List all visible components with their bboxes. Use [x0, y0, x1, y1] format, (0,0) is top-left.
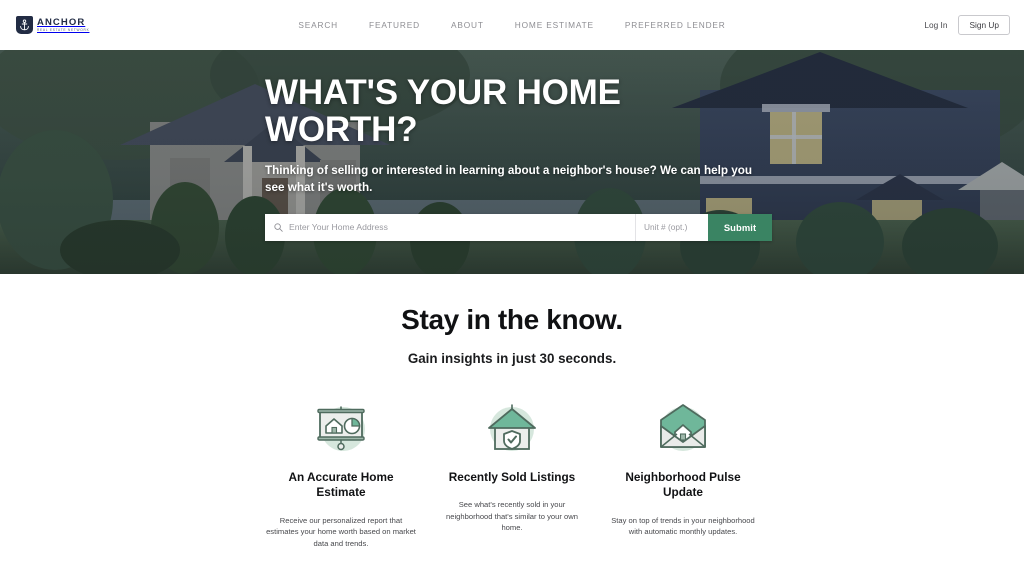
nav-item-preferred-lender[interactable]: PREFERRED LENDER	[625, 20, 726, 30]
hero-content: WHAT'S YOUR HOME WORTH? Thinking of sell…	[265, 50, 775, 274]
presentation-chart-house-icon	[310, 399, 372, 457]
nav-item-about[interactable]: ABOUT	[451, 20, 484, 30]
log-in-link[interactable]: Log In	[924, 20, 947, 30]
brand-text-block: ANCHOR REAL ESTATE NETWORK	[37, 18, 89, 33]
section-subtitle: Gain insights in just 30 seconds.	[407, 350, 617, 366]
nav-item-home-estimate[interactable]: HOME ESTIMATE	[515, 20, 594, 30]
search-icon	[274, 223, 283, 232]
brand-name: ANCHOR	[37, 16, 86, 28]
feature-card-accurate-estimate: An Accurate Home Estimate Receive our pe…	[256, 399, 427, 549]
feature-title: Neighborhood Pulse Update	[625, 469, 741, 500]
feature-description: See what's recently sold in your neighbo…	[446, 500, 578, 533]
feature-card-neighborhood-pulse: Neighborhood Pulse Update Stay on top of…	[598, 399, 769, 549]
nav-item-search[interactable]: SEARCH	[298, 20, 338, 30]
home-value-search-bar: Submit	[265, 213, 772, 241]
envelope-house-icon	[652, 399, 714, 457]
main-menu: SEARCH FEATURED ABOUT HOME ESTIMATE PREF…	[298, 20, 725, 30]
feature-description: Stay on top of trends in your neighborho…	[611, 515, 755, 537]
brand-logo[interactable]: ANCHOR REAL ESTATE NETWORK	[16, 16, 89, 34]
hero-title: WHAT'S YOUR HOME WORTH?	[265, 73, 621, 150]
nav-item-featured[interactable]: FEATURED	[369, 20, 420, 30]
feature-list: An Accurate Home Estimate Receive our pe…	[0, 399, 1024, 549]
auth-actions: Log In Sign Up	[924, 14, 1010, 36]
hero-subtitle: Thinking of selling or interested in lea…	[265, 163, 752, 194]
hero-section: WHAT'S YOUR HOME WORTH? Thinking of sell…	[0, 50, 1024, 274]
section-title: Stay in the know.	[401, 304, 623, 335]
unit-number-input[interactable]	[644, 222, 700, 233]
brand-tagline: REAL ESTATE NETWORK	[37, 28, 90, 33]
top-navigation-bar: ANCHOR REAL ESTATE NETWORK SEARCH FEATUR…	[0, 0, 1024, 50]
stay-in-the-know-section: Stay in the know. Gain insights in just …	[0, 274, 1024, 550]
feature-title: An Accurate Home Estimate	[288, 469, 394, 500]
feature-title: Recently Sold Listings	[448, 469, 576, 484]
search-input[interactable]	[289, 222, 626, 233]
address-field-wrap[interactable]	[265, 213, 636, 241]
submit-button[interactable]: Submit	[708, 213, 772, 241]
anchor-icon	[16, 16, 33, 34]
feature-description: Receive our personalized report that est…	[266, 515, 416, 548]
feature-card-recently-sold: Recently Sold Listings See what's recent…	[427, 399, 598, 549]
unit-field-wrap[interactable]	[636, 213, 708, 241]
sign-up-button[interactable]: Sign Up	[958, 14, 1010, 36]
house-shield-check-icon	[481, 399, 543, 457]
